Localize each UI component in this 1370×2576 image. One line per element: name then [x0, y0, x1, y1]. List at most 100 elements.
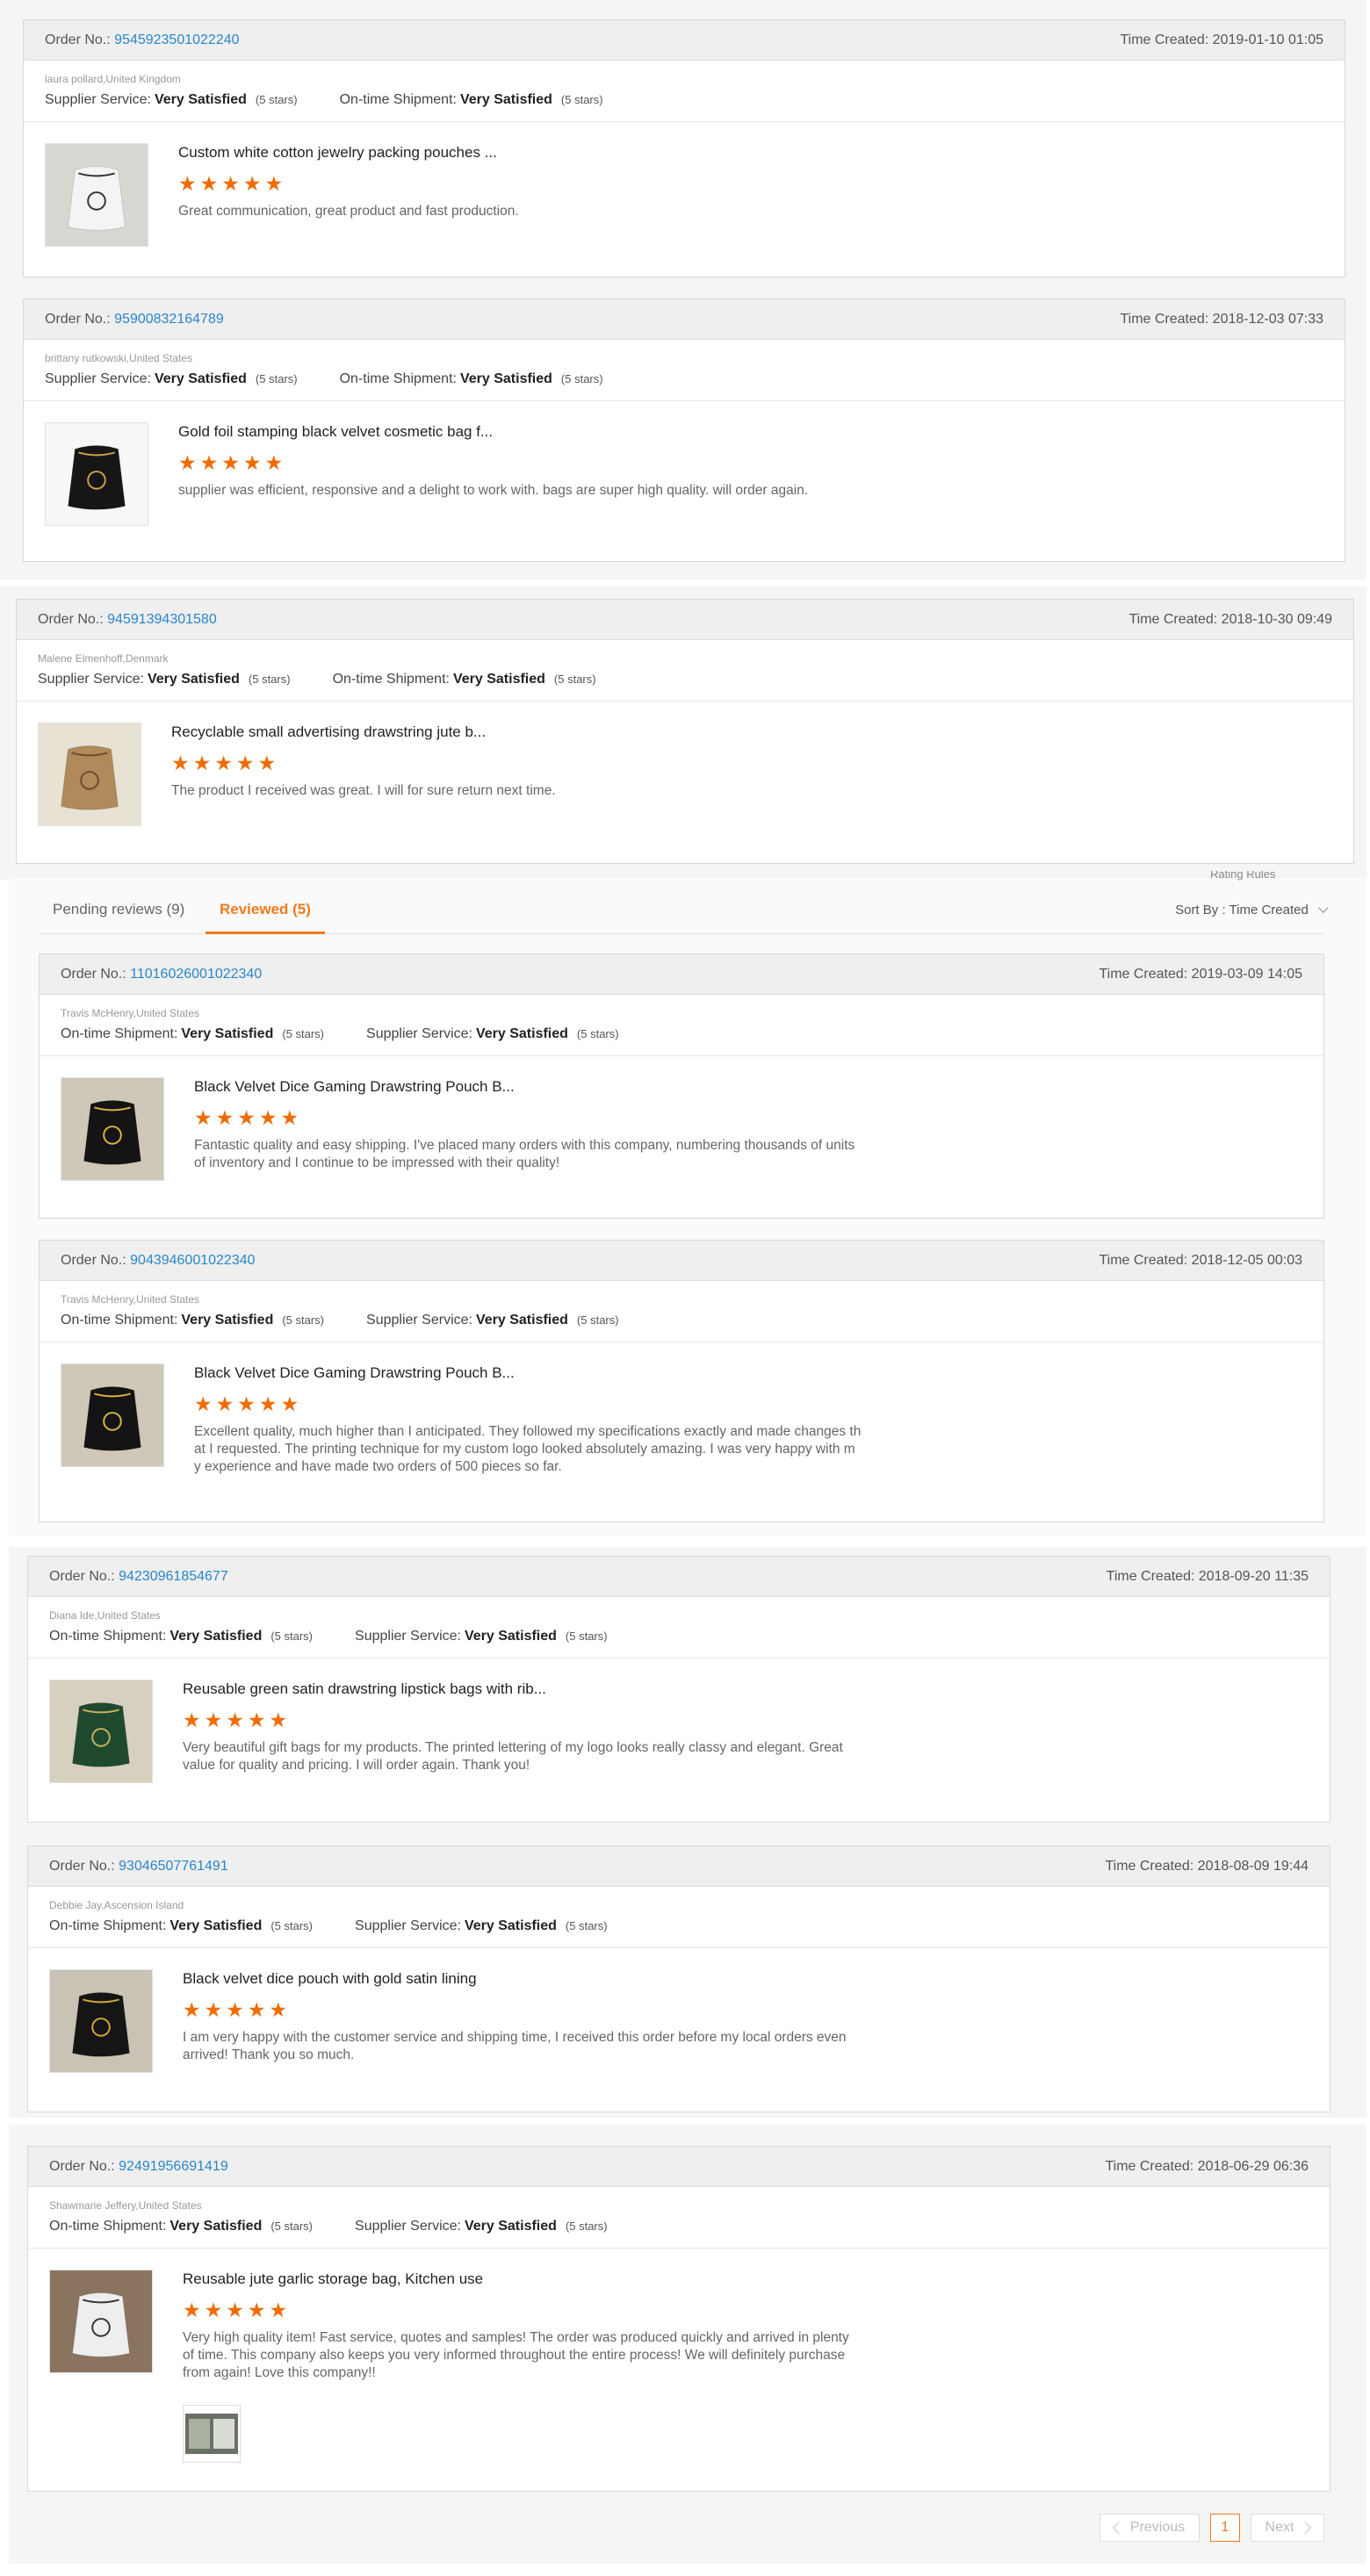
order-number: Order No.: 92491956691419: [49, 2159, 228, 2175]
order-no-link[interactable]: 9043946001022340: [130, 1253, 255, 1268]
star-icon: ★: [242, 451, 262, 474]
review-text: Great communication, great product and f…: [178, 204, 519, 219]
black-gold-pouch-photo[interactable]: [49, 1969, 153, 2073]
review-body: Black Velvet Dice Gaming Drawstring Pouc…: [40, 1342, 1323, 1493]
order-header: Order No.: 11016026001022340 Time Created…: [40, 954, 1323, 995]
star-icon: ★: [194, 1106, 213, 1129]
star-icon: ★: [247, 2299, 266, 2321]
order-no-link[interactable]: 11016026001022340: [130, 967, 262, 982]
green-satin-bag-photo[interactable]: [49, 1680, 153, 1783]
rating-value: Very Satisfied: [459, 92, 552, 107]
star-rating: ★ ★ ★ ★ ★: [178, 173, 846, 194]
rating-group: On-time Shipment: Very Satisfied (5 stars): [61, 1026, 324, 1042]
rating-label: Supplier Service:: [355, 2219, 461, 2234]
rating-label: Supplier Service:: [366, 1026, 472, 1041]
order-no-link[interactable]: 9545923501022240: [114, 32, 239, 47]
time-created: Time Created: 2018-12-03 07:33: [1120, 311, 1323, 327]
star-icon: ★: [221, 451, 240, 474]
chevron-right-icon: [1299, 2521, 1312, 2535]
product-title[interactable]: Black velvet dice pouch with gold satin …: [183, 1969, 850, 1989]
rating-stars-text: (5 stars): [282, 1313, 325, 1327]
review-text: I am very happy with the customer servic…: [183, 2030, 847, 2062]
star-rating: ★ ★ ★ ★ ★: [183, 1709, 850, 1731]
rating-stars-text: (5 stars): [565, 2220, 608, 2233]
product-title[interactable]: Custom white cotton jewelry packing pouc…: [178, 143, 846, 162]
buyer-name: Shawmarie Jeffery,United States: [49, 2199, 202, 2212]
time-created: Time Created: 2018-06-29 06:36: [1105, 2158, 1309, 2174]
order-number: Order No.: 11016026001022340: [61, 967, 262, 982]
tab-reviewed[interactable]: Reviewed (5): [206, 887, 325, 934]
white-pouch-photo[interactable]: [45, 143, 148, 247]
star-icon: ★: [226, 2299, 244, 2321]
product-title[interactable]: Black Velvet Dice Gaming Drawstring Pouc…: [194, 1077, 862, 1097]
rating-value: Very Satisfied: [464, 1629, 557, 1644]
star-icon: ★: [242, 172, 262, 195]
star-icon: ★: [226, 1709, 244, 1731]
product-title[interactable]: Reusable jute garlic storage bag, Kitche…: [183, 2270, 850, 2289]
review-photo-thumbnail[interactable]: [183, 2405, 241, 2463]
rating-summary: Supplier Service: Very Satisfied (5 stars)…: [45, 371, 1323, 387]
product-title[interactable]: Gold foil stamping black velvet cosmetic…: [178, 422, 846, 442]
order-no-link[interactable]: 94230961854677: [119, 1569, 228, 1584]
rating-group: On-time Shipment: Very Satisfied (5 stars): [333, 672, 596, 687]
rating-label: Supplier Service:: [38, 672, 144, 687]
next-page-button[interactable]: Next: [1251, 2514, 1324, 2542]
order-no-label: Order No.:: [49, 1568, 119, 1584]
rating-group: On-time Shipment: Very Satisfied (5 stars): [61, 1313, 324, 1328]
product-title[interactable]: Recyclable small advertising drawstring …: [171, 723, 839, 742]
star-icon: ★: [199, 172, 219, 195]
rating-stars-text: (5 stars): [565, 1919, 608, 1932]
order-card: Order No.: 9545923501022240 Time Created:…: [23, 19, 1345, 277]
order-meta: Travis McHenry,United States On-time Ship…: [40, 1281, 1323, 1342]
order-no-link[interactable]: 94591394301580: [107, 612, 217, 627]
rating-label: On-time Shipment:: [49, 1918, 167, 1933]
previous-label: Previous: [1129, 2520, 1186, 2535]
garlic-bag-photo[interactable]: [49, 2270, 153, 2373]
sort-dropdown[interactable]: Sort By : Time Created: [1175, 903, 1329, 917]
review-info: Reusable jute garlic storage bag, Kitche…: [183, 2270, 850, 2463]
rating-stars-text: (5 stars): [576, 1313, 619, 1327]
rating-label: Supplier Service:: [355, 1629, 461, 1644]
chevron-left-icon: [1112, 2521, 1125, 2535]
order-no-link[interactable]: 93046507761491: [119, 1859, 228, 1874]
review-info: Black velvet dice pouch with gold satin …: [183, 1969, 850, 2073]
tab-pending-reviews[interactable]: Pending reviews (9): [53, 887, 184, 934]
star-icon: ★: [269, 1998, 288, 2021]
order-no-link[interactable]: 92491956691419: [119, 2159, 228, 2174]
order-meta: Travis McHenry,United States On-time Ship…: [40, 995, 1323, 1056]
rating-group: Supplier Service: Very Satisfied (5 stars): [45, 92, 298, 108]
rating-stars-text: (5 stars): [553, 673, 596, 686]
rating-rules-link[interactable]: Rating Rules: [1210, 871, 1275, 881]
review-body: Black velvet dice pouch with gold satin …: [28, 1948, 1330, 2090]
buyer-name: laura pollard,United Kingdom: [45, 73, 181, 85]
buyer-name: Diana Ide,United States: [49, 1609, 161, 1622]
product-title[interactable]: Black Velvet Dice Gaming Drawstring Pouc…: [194, 1364, 862, 1383]
star-icon: ★: [269, 2299, 288, 2321]
rating-summary: Supplier Service: Very Satisfied (5 stars)…: [45, 92, 1323, 108]
star-rating: ★ ★ ★ ★ ★: [183, 2299, 850, 2321]
previous-page-button[interactable]: Previous: [1100, 2514, 1200, 2542]
star-icon: ★: [257, 752, 277, 774]
review-text: Very high quality item! Fast service, qu…: [183, 2330, 849, 2380]
order-card: Order No.: 92491956691419 Time Created: 2…: [27, 2146, 1330, 2492]
time-created: Time Created: 2019-03-09 14:05: [1099, 966, 1302, 982]
star-icon: ★: [204, 1998, 223, 2021]
order-no-link[interactable]: 95900832164789: [114, 312, 224, 327]
black-velvet-bag-photo[interactable]: [45, 422, 148, 526]
order-card: Order No.: 93046507761491 Time Created: 2…: [27, 1846, 1330, 2112]
rating-group: Supplier Service: Very Satisfied (5 stars): [355, 1918, 608, 1934]
dice-pouch-photo[interactable]: [61, 1077, 164, 1181]
rating-value: Very Satisfied: [475, 1313, 568, 1328]
jute-bag-photo[interactable]: [38, 723, 141, 826]
rating-label: On-time Shipment:: [332, 672, 450, 687]
product-title[interactable]: Reusable green satin drawstring lipstick…: [183, 1680, 850, 1699]
rating-value: Very Satisfied: [169, 1629, 263, 1644]
star-icon: ★: [204, 2299, 223, 2321]
rating-label: On-time Shipment:: [61, 1026, 178, 1041]
order-header: Order No.: 9545923501022240 Time Created:…: [24, 20, 1345, 61]
dice-pouch-photo[interactable]: [61, 1364, 164, 1467]
order-number: Order No.: 9545923501022240: [45, 32, 240, 48]
time-created: Time Created: 2018-10-30 09:49: [1128, 611, 1332, 627]
page-number-button[interactable]: 1: [1210, 2514, 1240, 2542]
star-icon: ★: [215, 1392, 234, 1415]
